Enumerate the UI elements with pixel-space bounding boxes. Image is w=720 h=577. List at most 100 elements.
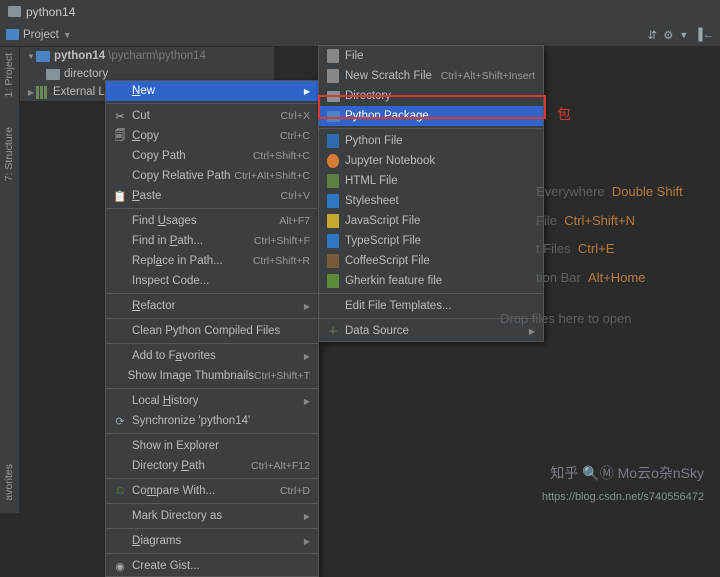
copy-icon: 🗐 (112, 127, 128, 146)
url-watermark: https://blog.csdn.net/s740556472 (542, 491, 704, 503)
drop-hint: Drop files here to open (500, 311, 632, 326)
submenu-arrow-icon: ▶ (304, 302, 310, 311)
chevron-down-icon[interactable]: ▼ (679, 30, 688, 40)
menu-separator (106, 293, 318, 294)
submenu-item-coffeescript[interactable]: CoffeeScript File (319, 251, 543, 271)
submenu-item-python-file[interactable]: Python File (319, 131, 543, 151)
library-icon (36, 86, 49, 99)
chevron-down-icon[interactable]: ▼ (63, 30, 72, 40)
tree-root[interactable]: ▼ python14 \pycharm\python14 (20, 47, 274, 65)
menu-separator (106, 503, 318, 504)
titlebar: python14 (0, 0, 720, 23)
menu-separator (106, 433, 318, 434)
gear-icon[interactable]: ⚙ (663, 28, 673, 42)
menu-item-copy-relative-path[interactable]: Copy Relative PathCtrl+Alt+Shift+C (106, 166, 318, 186)
submenu-arrow-icon: ▶ (304, 87, 310, 96)
menu-separator (106, 318, 318, 319)
submenu-item-ts-file[interactable]: TypeScript File (319, 231, 543, 251)
module-folder-icon (36, 51, 50, 62)
ts-file-icon (327, 234, 339, 248)
file-icon (327, 49, 339, 63)
plus-icon: ＋ (325, 323, 341, 339)
html-file-icon (327, 174, 339, 188)
menu-separator (106, 478, 318, 479)
menu-item-refactor[interactable]: Refactor▶ (106, 296, 318, 316)
package-folder-icon (327, 111, 340, 122)
project-icon (6, 29, 19, 40)
side-tab-project[interactable]: 1: Project (0, 47, 18, 103)
submenu-item-jupyter[interactable]: Jupyter Notebook (319, 151, 543, 171)
menu-item-find-in-path[interactable]: Find in Path...Ctrl+Shift+F (106, 231, 318, 251)
menu-item-show-thumbnails[interactable]: Show Image ThumbnailsCtrl+Shift+T (106, 366, 318, 386)
menu-separator (106, 528, 318, 529)
menu-item-clean-pyc[interactable]: Clean Python Compiled Files (106, 321, 318, 341)
menu-item-diagrams[interactable]: Diagrams▶ (106, 531, 318, 551)
menu-separator (106, 208, 318, 209)
gherkin-icon (327, 274, 339, 288)
sync-icon: ⟳ (112, 415, 128, 428)
jupyter-icon (327, 154, 339, 168)
context-menu: New▶ ✂CutCtrl+X 🗐CopyCtrl+C Copy PathCtr… (105, 80, 319, 577)
menu-separator (319, 128, 543, 129)
menu-separator (106, 553, 318, 554)
submenu-item-html-file[interactable]: HTML File (319, 171, 543, 191)
menu-item-show-explorer[interactable]: Show in Explorer (106, 436, 318, 456)
new-submenu: File New Scratch FileCtrl+Alt+Shift+Inse… (318, 45, 544, 342)
menu-item-paste[interactable]: 📋PasteCtrl+V (106, 186, 318, 206)
menu-item-new[interactable]: New▶ (106, 81, 318, 101)
menu-separator (319, 293, 543, 294)
menu-separator (106, 343, 318, 344)
menu-item-add-favorites[interactable]: Add to Favorites▶ (106, 346, 318, 366)
folder-icon (46, 69, 60, 80)
coffeescript-icon (327, 254, 339, 268)
expand-arrow-icon[interactable]: ▶ (26, 88, 36, 97)
stylesheet-icon (327, 194, 339, 208)
welcome-hints: Everywhere Double Shift File Ctrl+Shift+… (536, 178, 683, 292)
menu-item-mark-directory[interactable]: Mark Directory as▶ (106, 506, 318, 526)
menu-item-local-history[interactable]: Local History▶ (106, 391, 318, 411)
menu-item-compare-with[interactable]: ⎌Compare With...Ctrl+D (106, 481, 318, 501)
submenu-item-scratch-file[interactable]: New Scratch FileCtrl+Alt+Shift+Insert (319, 66, 543, 86)
autoscroll-icon[interactable]: ⇵ (647, 28, 657, 42)
expand-arrow-icon[interactable]: ▼ (26, 52, 36, 61)
menu-item-cut[interactable]: ✂CutCtrl+X (106, 106, 318, 126)
side-tab-structure[interactable]: 7: Structure (0, 121, 18, 187)
collapse-icon[interactable]: ▐← (694, 29, 714, 41)
folder-icon (8, 6, 21, 17)
menu-item-copy-path[interactable]: Copy PathCtrl+Shift+C (106, 146, 318, 166)
folder-icon (327, 91, 340, 102)
scratch-file-icon (327, 69, 339, 83)
menu-separator (106, 103, 318, 104)
scissors-icon: ✂ (112, 110, 128, 123)
github-icon: ◉ (112, 560, 128, 573)
js-file-icon (327, 214, 339, 228)
menu-item-replace-in-path[interactable]: Replace in Path...Ctrl+Shift+R (106, 251, 318, 271)
submenu-arrow-icon: ▶ (529, 327, 535, 336)
side-tab-favorites[interactable]: avorites (0, 458, 18, 507)
menu-item-find-usages[interactable]: Find UsagesAlt+F7 (106, 211, 318, 231)
compare-icon: ⎌ (112, 485, 128, 498)
menu-item-directory-path[interactable]: Directory PathCtrl+Alt+F12 (106, 456, 318, 476)
menu-item-copy[interactable]: 🗐CopyCtrl+C (106, 126, 318, 146)
clipboard-icon: 📋 (112, 190, 128, 203)
project-toolbar: Project ▼ ⇵ ⚙ ▼ ▐← (0, 23, 720, 47)
python-file-icon (327, 134, 339, 148)
menu-item-inspect-code[interactable]: Inspect Code... (106, 271, 318, 291)
submenu-item-js-file[interactable]: JavaScript File (319, 211, 543, 231)
project-toolbar-label[interactable]: Project (23, 29, 59, 41)
title-text: python14 (26, 5, 75, 19)
submenu-arrow-icon: ▶ (304, 537, 310, 546)
submenu-item-stylesheet[interactable]: Stylesheet (319, 191, 543, 211)
watermark: 知乎 🔍Ⓜ Mo云o杂nSky (550, 463, 704, 483)
submenu-item-directory[interactable]: Directory (319, 86, 543, 106)
annotation-text: 包 (557, 104, 571, 124)
submenu-item-gherkin[interactable]: Gherkin feature file (319, 271, 543, 291)
submenu-item-python-package[interactable]: Python Package (319, 106, 543, 126)
left-gutter: 1: Project 7: Structure avorites (0, 47, 20, 513)
submenu-item-file[interactable]: File (319, 46, 543, 66)
tree-root-name: python14 (54, 50, 105, 62)
submenu-arrow-icon: ▶ (304, 397, 310, 406)
menu-item-create-gist[interactable]: ◉Create Gist... (106, 556, 318, 576)
menu-separator (106, 388, 318, 389)
menu-item-synchronize[interactable]: ⟳Synchronize 'python14' (106, 411, 318, 431)
